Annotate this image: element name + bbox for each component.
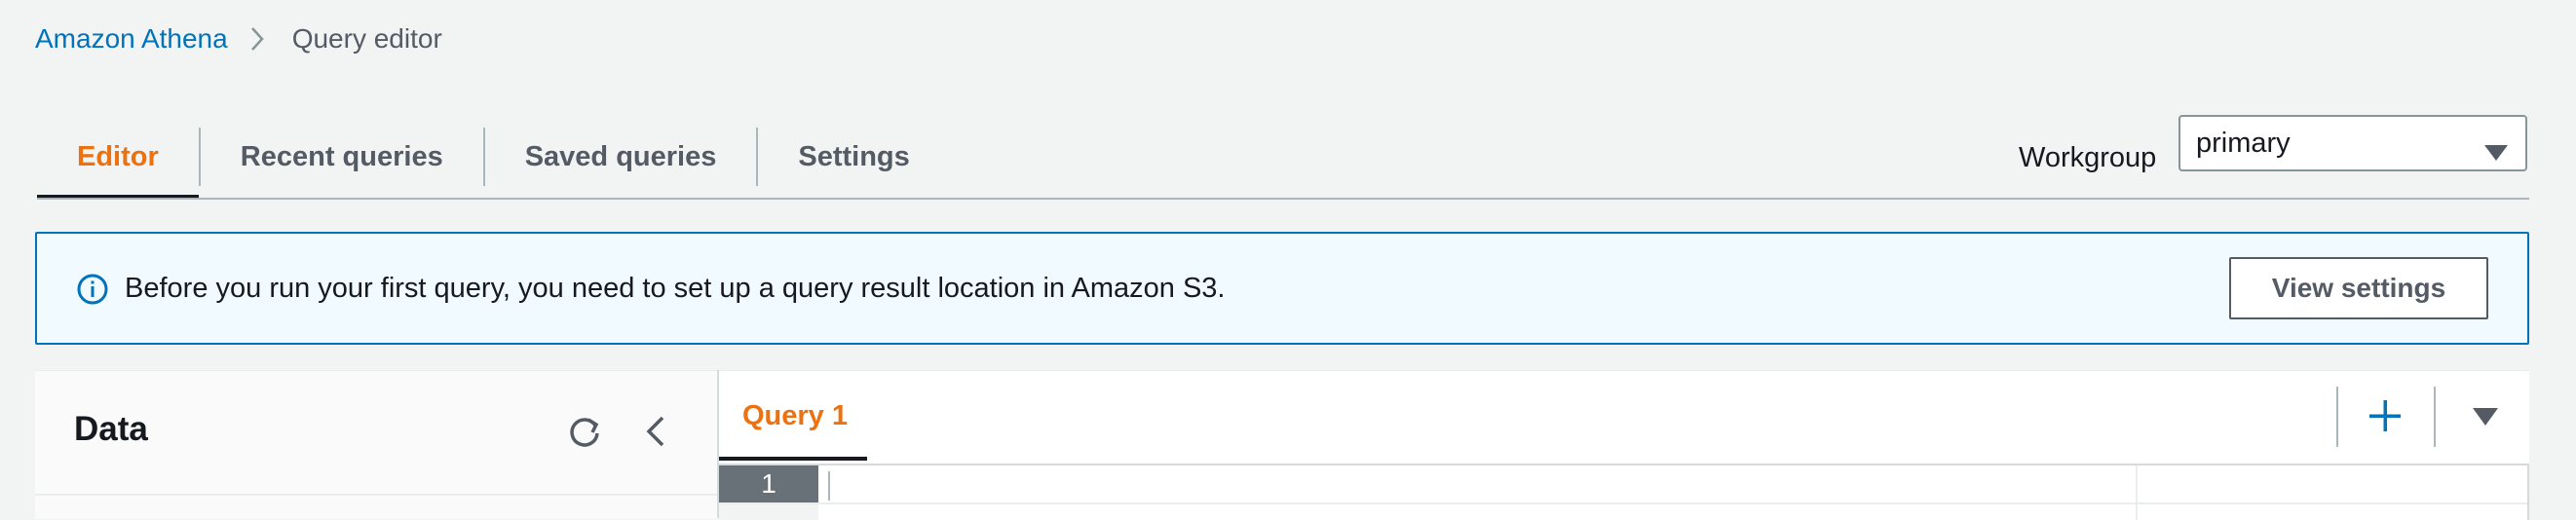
line-number: 1 (719, 465, 818, 502)
breadcrumb: Amazon Athena Query editor (35, 19, 442, 58)
query-tab-underline (719, 457, 867, 461)
data-panel-title: Data (74, 410, 148, 448)
query-tab-1[interactable]: Query 1 (719, 371, 890, 461)
chevron-left-icon[interactable] (639, 412, 674, 451)
data-panel: Data (35, 370, 719, 519)
query-editor: 1 (719, 464, 2529, 520)
editor-column-divider (2136, 465, 2138, 520)
tab-editor[interactable]: Editor (37, 115, 199, 199)
toolbar-divider (2434, 387, 2436, 447)
chevron-right-icon (249, 24, 273, 54)
tab-saved-queries[interactable]: Saved queries (485, 115, 757, 199)
caret-down-icon[interactable] (2473, 408, 2498, 426)
info-alert: Before you run your first query, you nee… (35, 232, 2529, 345)
workgroup-label: Workgroup (2019, 141, 2157, 173)
query-text-input[interactable] (832, 465, 1806, 502)
tabs-divider-line (37, 198, 2529, 200)
editor-line-border (719, 502, 2529, 504)
data-panel-divider (35, 494, 719, 496)
breadcrumb-current: Query editor (291, 23, 442, 54)
info-icon (76, 273, 109, 306)
caret-down-icon (2484, 136, 2508, 168)
toolbar-divider (2336, 387, 2338, 447)
workgroup-selected-value: primary (2196, 127, 2291, 159)
plus-icon[interactable] (2368, 398, 2403, 433)
alert-message: Before you run your first query, you nee… (125, 273, 1226, 304)
workgroup-select[interactable]: primary (2178, 115, 2527, 171)
refresh-icon[interactable] (565, 412, 604, 451)
tab-settings[interactable]: Settings (758, 115, 949, 199)
breadcrumb-athena-link[interactable]: Amazon Athena (35, 23, 228, 55)
editor-border (2527, 465, 2529, 520)
text-cursor (828, 471, 830, 501)
main-tabs: Editor Recent queries Saved queries Sett… (37, 115, 950, 199)
view-settings-button[interactable]: View settings (2229, 257, 2488, 319)
tab-recent-queries[interactable]: Recent queries (201, 115, 483, 199)
